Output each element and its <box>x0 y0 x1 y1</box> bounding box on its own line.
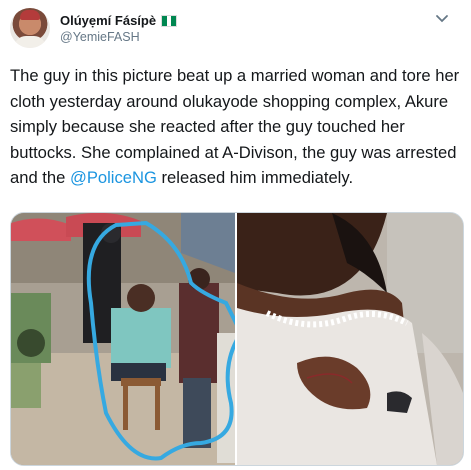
avatar[interactable] <box>10 8 50 48</box>
nigeria-flag-icon <box>161 14 178 27</box>
tweet-text: The guy in this picture beat up a marrie… <box>10 63 462 191</box>
tweet-header: Olúyẹmí Fásípè @YemieFASH <box>10 8 450 50</box>
photo-torn-cloth[interactable] <box>237 213 463 465</box>
tweet-text-part: released him immediately. <box>156 168 354 187</box>
photo-market-scene[interactable] <box>11 213 237 465</box>
user-handle[interactable]: @YemieFASH <box>60 30 140 44</box>
display-name[interactable]: Olúyẹmí Fásípè <box>60 13 156 28</box>
mention-link[interactable]: @PoliceNG <box>70 168 157 187</box>
name-row[interactable]: Olúyẹmí Fásípè <box>60 13 178 28</box>
media-grid <box>10 212 464 466</box>
avatar-shirt <box>14 36 46 48</box>
chevron-down-icon[interactable] <box>434 10 450 26</box>
tweet-card[interactable]: Olúyẹmí Fásípè @YemieFASH The guy in thi… <box>0 0 471 470</box>
avatar-cap <box>20 10 40 20</box>
